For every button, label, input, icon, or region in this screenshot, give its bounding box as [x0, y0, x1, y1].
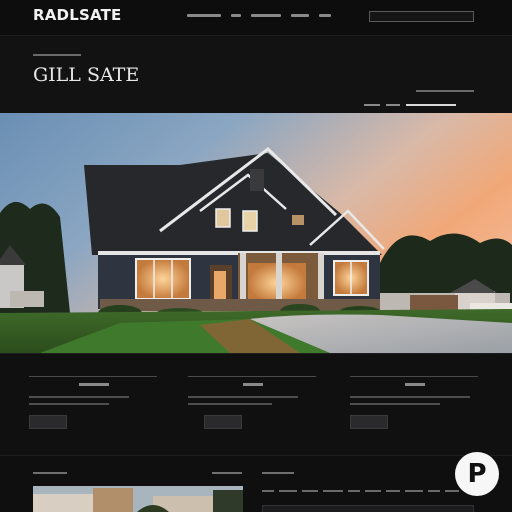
- page-title: GILL SATE: [33, 64, 140, 86]
- header-right-links: [364, 104, 456, 106]
- feature-card-3: [350, 376, 480, 429]
- top-navigation: RADLSATE: [0, 0, 512, 36]
- nav-link-2[interactable]: [231, 14, 241, 17]
- listing-section: [0, 455, 512, 512]
- listing-input[interactable]: [262, 505, 474, 512]
- house-illustration: [0, 113, 512, 353]
- header-link-2[interactable]: [386, 104, 400, 106]
- badge-letter: P: [467, 459, 487, 489]
- feature-button-1[interactable]: [29, 415, 67, 429]
- listing-label-1: [33, 472, 67, 474]
- nav-links: [187, 14, 331, 17]
- header-kicker: [33, 54, 81, 56]
- feature-section: [0, 353, 512, 455]
- hero-image: [0, 113, 512, 353]
- feature-card-1: [29, 376, 159, 429]
- header-link-1[interactable]: [364, 104, 380, 106]
- nav-link-3[interactable]: [251, 14, 281, 17]
- listing-label-2: [212, 472, 242, 474]
- listing-details: [262, 490, 459, 492]
- nav-link-4[interactable]: [291, 14, 309, 17]
- search-input[interactable]: [369, 11, 474, 22]
- page-header: GILL SATE: [0, 36, 512, 126]
- header-active-link[interactable]: [406, 104, 456, 106]
- nav-link-5[interactable]: [319, 14, 331, 17]
- p-badge-icon[interactable]: P: [455, 452, 499, 496]
- listing-label-3: [262, 472, 294, 474]
- listing-photo: [33, 486, 243, 512]
- header-right-label: [416, 90, 474, 92]
- feature-button-2[interactable]: [204, 415, 242, 429]
- site-logo[interactable]: RADLSATE: [33, 6, 122, 24]
- feature-card-2: [188, 376, 318, 429]
- nav-link-1[interactable]: [187, 14, 221, 17]
- feature-button-3[interactable]: [350, 415, 388, 429]
- listing-thumbnail[interactable]: [33, 486, 243, 512]
